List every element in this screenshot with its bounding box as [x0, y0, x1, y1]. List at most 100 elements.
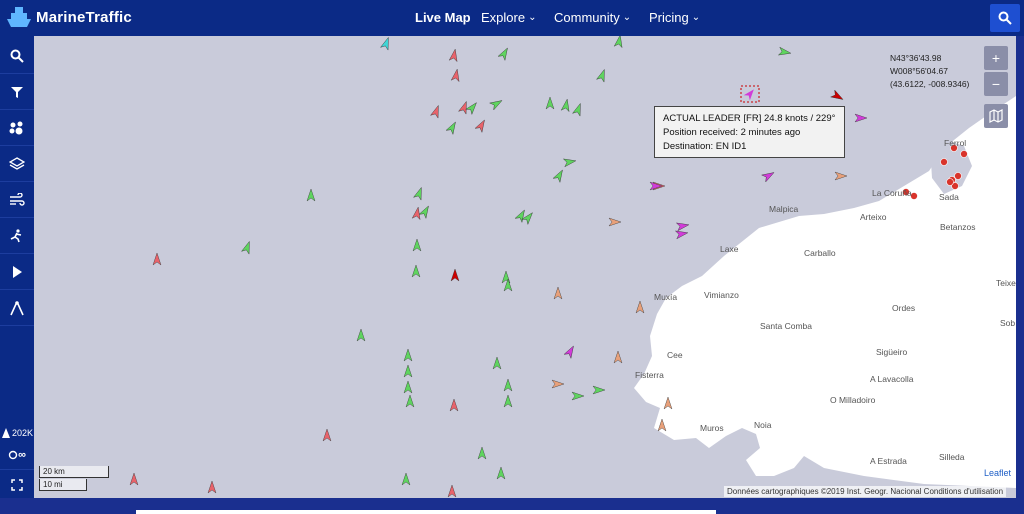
- vessel-marker[interactable]: [411, 264, 421, 278]
- vessel-marker[interactable]: [595, 68, 609, 83]
- vessel-marker[interactable]: [497, 46, 511, 61]
- vessel-marker[interactable]: [613, 350, 623, 364]
- vessel-marker[interactable]: [477, 446, 487, 460]
- vessel-marker[interactable]: [240, 240, 254, 255]
- vessel-marker[interactable]: [571, 102, 585, 117]
- vessel-marker[interactable]: [403, 364, 413, 378]
- vessel-marker[interactable]: [306, 188, 316, 202]
- vessel-marker[interactable]: [403, 348, 413, 362]
- leaflet-link[interactable]: Leaflet: [984, 468, 1011, 478]
- selected-vessel-marker[interactable]: [743, 87, 757, 101]
- vessel-marker[interactable]: [356, 328, 366, 342]
- vessel-marker[interactable]: [552, 168, 566, 183]
- vessel-marker[interactable]: [514, 208, 528, 223]
- vessel-marker[interactable]: [129, 472, 139, 486]
- zoom-in-button[interactable]: +: [984, 46, 1008, 70]
- place-label: Sob: [1000, 318, 1016, 328]
- sidebar-infinite-toggle[interactable]: ∞: [0, 440, 34, 470]
- vessel-marker[interactable]: [635, 300, 645, 314]
- nav-explore[interactable]: Explore ⌄: [481, 10, 536, 25]
- search-button[interactable]: [990, 4, 1020, 32]
- vessel-marker[interactable]: [562, 157, 577, 168]
- vessel-marker[interactable]: [457, 100, 471, 115]
- vessel-marker[interactable]: [854, 113, 868, 123]
- vessel-marker[interactable]: [207, 480, 217, 494]
- port-marker[interactable]: [946, 178, 954, 186]
- vessel-marker[interactable]: [379, 36, 393, 51]
- vessel-marker[interactable]: [545, 96, 555, 110]
- map-attribution[interactable]: Données cartographiques ©2019 Inst. Geog…: [724, 486, 1007, 497]
- chevron-down-icon: ⌄: [528, 12, 537, 23]
- vessel-marker[interactable]: [418, 204, 432, 219]
- vessel-marker[interactable]: [445, 120, 459, 135]
- refresh-icon: [8, 450, 18, 459]
- vessel-marker[interactable]: [450, 268, 460, 282]
- vessel-marker[interactable]: [663, 396, 673, 410]
- vessel-marker[interactable]: [474, 118, 488, 133]
- vessel-marker[interactable]: [834, 171, 848, 181]
- vessel-marker[interactable]: [571, 391, 585, 401]
- vessel-marker[interactable]: [405, 394, 415, 408]
- vessel-marker[interactable]: [613, 36, 624, 49]
- vessel-marker[interactable]: [503, 378, 513, 392]
- vessel-marker[interactable]: [551, 379, 565, 389]
- place-label: Arteixo: [860, 212, 887, 222]
- sidebar-layers-button[interactable]: [0, 146, 34, 182]
- place-label: La Coruña: [872, 188, 912, 198]
- sidebar-measure-button[interactable]: [0, 290, 34, 326]
- zoom-out-button[interactable]: −: [984, 72, 1008, 96]
- vessel-marker[interactable]: [560, 98, 571, 113]
- sidebar-routes-button[interactable]: [0, 218, 34, 254]
- sidebar-filter-button[interactable]: [0, 74, 34, 110]
- vessel-marker[interactable]: [322, 428, 332, 442]
- vessel-marker[interactable]: [563, 344, 577, 359]
- vessel-marker[interactable]: [674, 229, 689, 240]
- vessel-marker[interactable]: [777, 46, 792, 57]
- sidebar-fullscreen-button[interactable]: [0, 470, 34, 500]
- vessel-marker[interactable]: [401, 472, 411, 486]
- vessel-marker[interactable]: [503, 394, 513, 408]
- port-marker[interactable]: [960, 150, 968, 158]
- vessel-marker[interactable]: [450, 68, 461, 83]
- vessel-marker[interactable]: [608, 217, 622, 227]
- vessel-marker[interactable]: [675, 221, 690, 232]
- vessel-marker[interactable]: [449, 398, 459, 412]
- vessel-marker[interactable]: [830, 89, 845, 103]
- vessel-marker[interactable]: [447, 484, 457, 498]
- vessel-marker[interactable]: [657, 418, 667, 432]
- vessel-marker[interactable]: [761, 169, 776, 183]
- vessel-marker[interactable]: [448, 48, 459, 63]
- vessel-marker[interactable]: [412, 238, 422, 252]
- vessel-marker[interactable]: [465, 100, 480, 116]
- coord-lat: N43°36'43.98: [890, 53, 942, 63]
- vessel-marker[interactable]: [496, 466, 506, 480]
- sidebar-weather-button[interactable]: [0, 182, 34, 218]
- port-marker[interactable]: [940, 158, 948, 166]
- nav-pricing[interactable]: Pricing ⌄: [649, 10, 700, 25]
- vessel-marker[interactable]: [492, 356, 502, 370]
- nav-live-map[interactable]: Live Map: [415, 10, 471, 25]
- place-label: Ordes: [892, 303, 916, 313]
- vessel-marker[interactable]: [152, 252, 162, 266]
- filter-icon: [11, 86, 23, 98]
- vessel-marker[interactable]: [429, 104, 443, 119]
- sidebar-playback-button[interactable]: [0, 254, 34, 290]
- scale-control: 20 km 10 mi: [39, 466, 109, 491]
- map-canvas[interactable]: Ferrol La Coruña Sada Malpica Arteixo Be…: [34, 36, 1016, 498]
- search-icon: [10, 49, 24, 63]
- vessel-marker[interactable]: [489, 97, 504, 111]
- chevron-down-icon: ⌄: [691, 12, 701, 23]
- place-label: A Lavacolla: [870, 374, 914, 384]
- nav-explore-label: Explore: [481, 10, 526, 25]
- coord-lon: W008°56'04.67: [890, 66, 948, 76]
- port-marker[interactable]: [954, 172, 962, 180]
- sidebar-search-button[interactable]: [0, 38, 34, 74]
- marinetraffic-logo[interactable]: MarineTraffic: [6, 6, 132, 28]
- sidebar-density-button[interactable]: [0, 110, 34, 146]
- vessel-marker[interactable]: [412, 186, 426, 201]
- vessel-marker[interactable]: [592, 385, 606, 395]
- nav-community[interactable]: Community ⌄: [554, 10, 631, 25]
- vessel-marker[interactable]: [403, 380, 413, 394]
- vessel-marker[interactable]: [553, 286, 563, 300]
- map-type-button[interactable]: [984, 104, 1008, 128]
